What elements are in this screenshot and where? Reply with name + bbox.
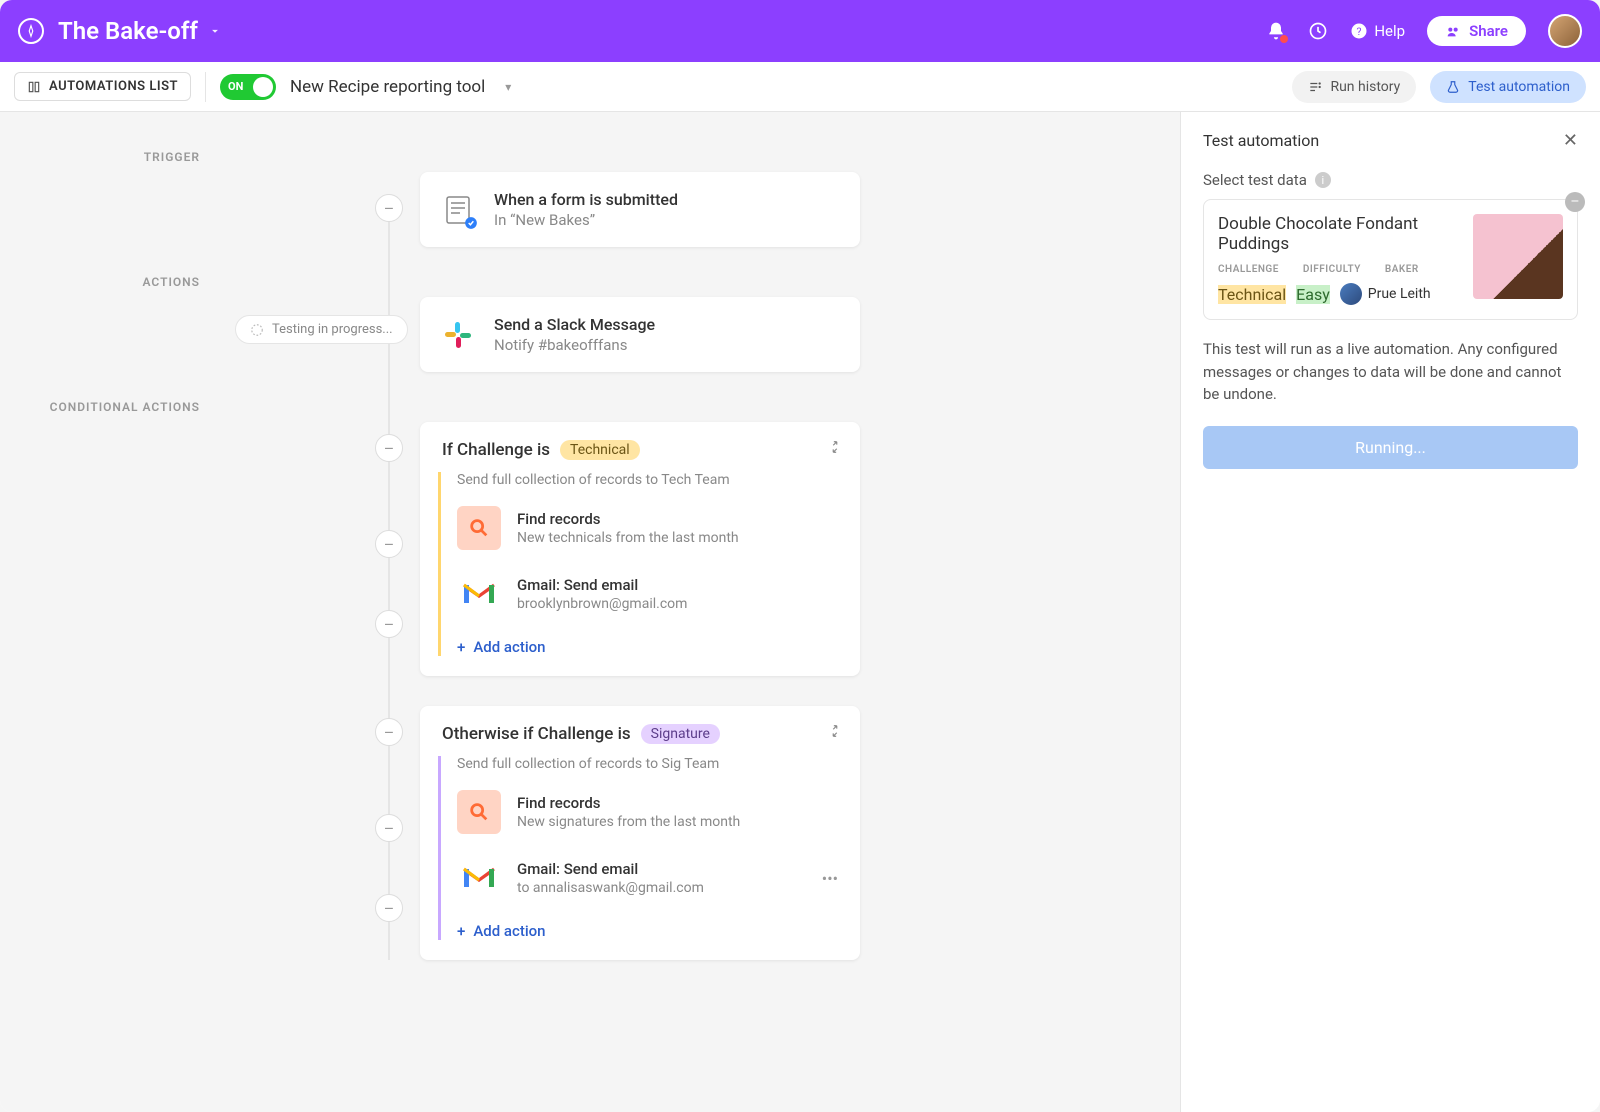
form-icon <box>440 192 476 228</box>
collapse-icon[interactable] <box>828 724 842 738</box>
workspace-title[interactable]: The Bake-off <box>58 17 198 45</box>
conditional-card-signature[interactable]: Otherwise if Challenge is Signature Send… <box>420 706 860 960</box>
slack-icon <box>440 317 476 353</box>
search-icon <box>457 506 501 550</box>
plus-icon: + <box>457 922 465 940</box>
run-test-button[interactable]: Running... <box>1203 426 1578 469</box>
tag-technical: Technical <box>560 440 640 460</box>
panel-title: Test automation <box>1203 131 1319 150</box>
node-marker[interactable]: – <box>375 530 403 558</box>
info-icon[interactable]: i <box>1315 172 1331 188</box>
more-icon[interactable]: ••• <box>822 869 838 888</box>
cond-desc: Send full collection of records to Tech … <box>457 472 838 488</box>
node-marker[interactable]: – <box>375 894 403 922</box>
notification-dot <box>1280 35 1288 43</box>
select-test-data-label: Select test data <box>1203 171 1307 189</box>
field-label-difficulty: DIFFICULTY <box>1303 264 1361 275</box>
node-marker[interactable]: – <box>375 718 403 746</box>
trigger-title: When a form is submitted <box>494 190 678 209</box>
svg-text:?: ? <box>1357 25 1362 38</box>
automation-toolbar: AUTOMATIONS LIST ON New Recipe reporting… <box>0 62 1600 112</box>
slack-sub: Notify #bakeofffans <box>494 336 655 354</box>
automations-list-button[interactable]: AUTOMATIONS LIST <box>14 72 191 101</box>
baker-value: Prue Leith <box>1340 283 1431 305</box>
testing-progress-chip: Testing in progress... <box>235 315 408 344</box>
search-icon <box>457 790 501 834</box>
gmail-action[interactable]: Gmail: Send email brooklynbrown@gmail.co… <box>457 572 838 616</box>
plus-icon: + <box>457 638 465 656</box>
automation-name[interactable]: New Recipe reporting tool <box>290 77 485 97</box>
automation-canvas: TRIGGER – When a form is submitted In <box>0 112 1180 1112</box>
node-marker[interactable]: – <box>375 434 403 462</box>
cond-header-text: If Challenge is <box>442 440 550 460</box>
gmail-icon <box>457 572 501 616</box>
chevron-down-icon[interactable] <box>208 24 222 38</box>
find-records-action[interactable]: Find records New technicals from the las… <box>457 506 838 550</box>
test-automation-panel: Test automation ✕ Select test data i – D… <box>1180 112 1600 1112</box>
field-label-baker: BAKER <box>1385 264 1419 275</box>
tag-signature: Signature <box>641 724 720 744</box>
app-header: The Bake-off ? Help Share <box>0 0 1600 62</box>
help-button[interactable]: ? Help <box>1350 21 1405 41</box>
chevron-down-icon[interactable]: ▾ <box>505 80 511 94</box>
node-marker[interactable]: – <box>375 610 403 638</box>
divider <box>205 72 206 102</box>
automation-on-toggle[interactable]: ON <box>220 74 276 100</box>
add-action-button[interactable]: + Add action <box>457 922 838 940</box>
challenge-value: Technical <box>1218 285 1286 304</box>
section-label-trigger: TRIGGER <box>60 150 200 164</box>
gmail-action[interactable]: Gmail: Send email to annalisaswank@gmail… <box>457 856 838 900</box>
test-automation-button[interactable]: Test automation <box>1430 71 1586 103</box>
collapse-icon[interactable] <box>828 440 842 454</box>
record-title: Double Chocolate Fondant Puddings <box>1218 214 1459 254</box>
cond-desc: Send full collection of records to Sig T… <box>457 756 838 772</box>
add-action-button[interactable]: + Add action <box>457 638 838 656</box>
history-icon[interactable] <box>1308 21 1328 41</box>
slack-title: Send a Slack Message <box>494 315 655 334</box>
share-button[interactable]: Share <box>1427 16 1526 46</box>
remove-record-icon[interactable]: – <box>1565 192 1585 212</box>
gmail-icon <box>457 856 501 900</box>
record-thumbnail <box>1473 214 1563 299</box>
trigger-card[interactable]: When a form is submitted In “New Bakes” <box>420 172 860 247</box>
find-records-action[interactable]: Find records New signatures from the las… <box>457 790 838 834</box>
baker-avatar <box>1340 283 1362 305</box>
section-label-conditional: CONDITIONAL ACTIONS <box>20 400 200 414</box>
conditional-card-technical[interactable]: If Challenge is Technical Send full coll… <box>420 422 860 676</box>
difficulty-value: Easy <box>1296 285 1330 304</box>
compass-icon[interactable] <box>18 18 44 44</box>
user-avatar[interactable] <box>1548 14 1582 48</box>
notifications-icon[interactable] <box>1266 21 1286 41</box>
run-history-button[interactable]: Run history <box>1292 71 1416 103</box>
node-marker[interactable]: – <box>375 194 403 222</box>
node-marker[interactable]: – <box>375 814 403 842</box>
close-icon[interactable]: ✕ <box>1563 130 1578 151</box>
test-record-card[interactable]: – Double Chocolate Fondant Puddings CHAL… <box>1203 199 1578 320</box>
trigger-sub: In “New Bakes” <box>494 211 678 229</box>
field-label-challenge: CHALLENGE <box>1218 264 1279 275</box>
cond-header-text: Otherwise if Challenge is <box>442 724 631 744</box>
section-label-actions: ACTIONS <box>60 275 200 289</box>
toggle-knob <box>253 77 273 97</box>
slack-action-card[interactable]: Send a Slack Message Notify #bakeofffans <box>420 297 860 372</box>
test-warning-text: This test will run as a live automation.… <box>1203 338 1578 406</box>
